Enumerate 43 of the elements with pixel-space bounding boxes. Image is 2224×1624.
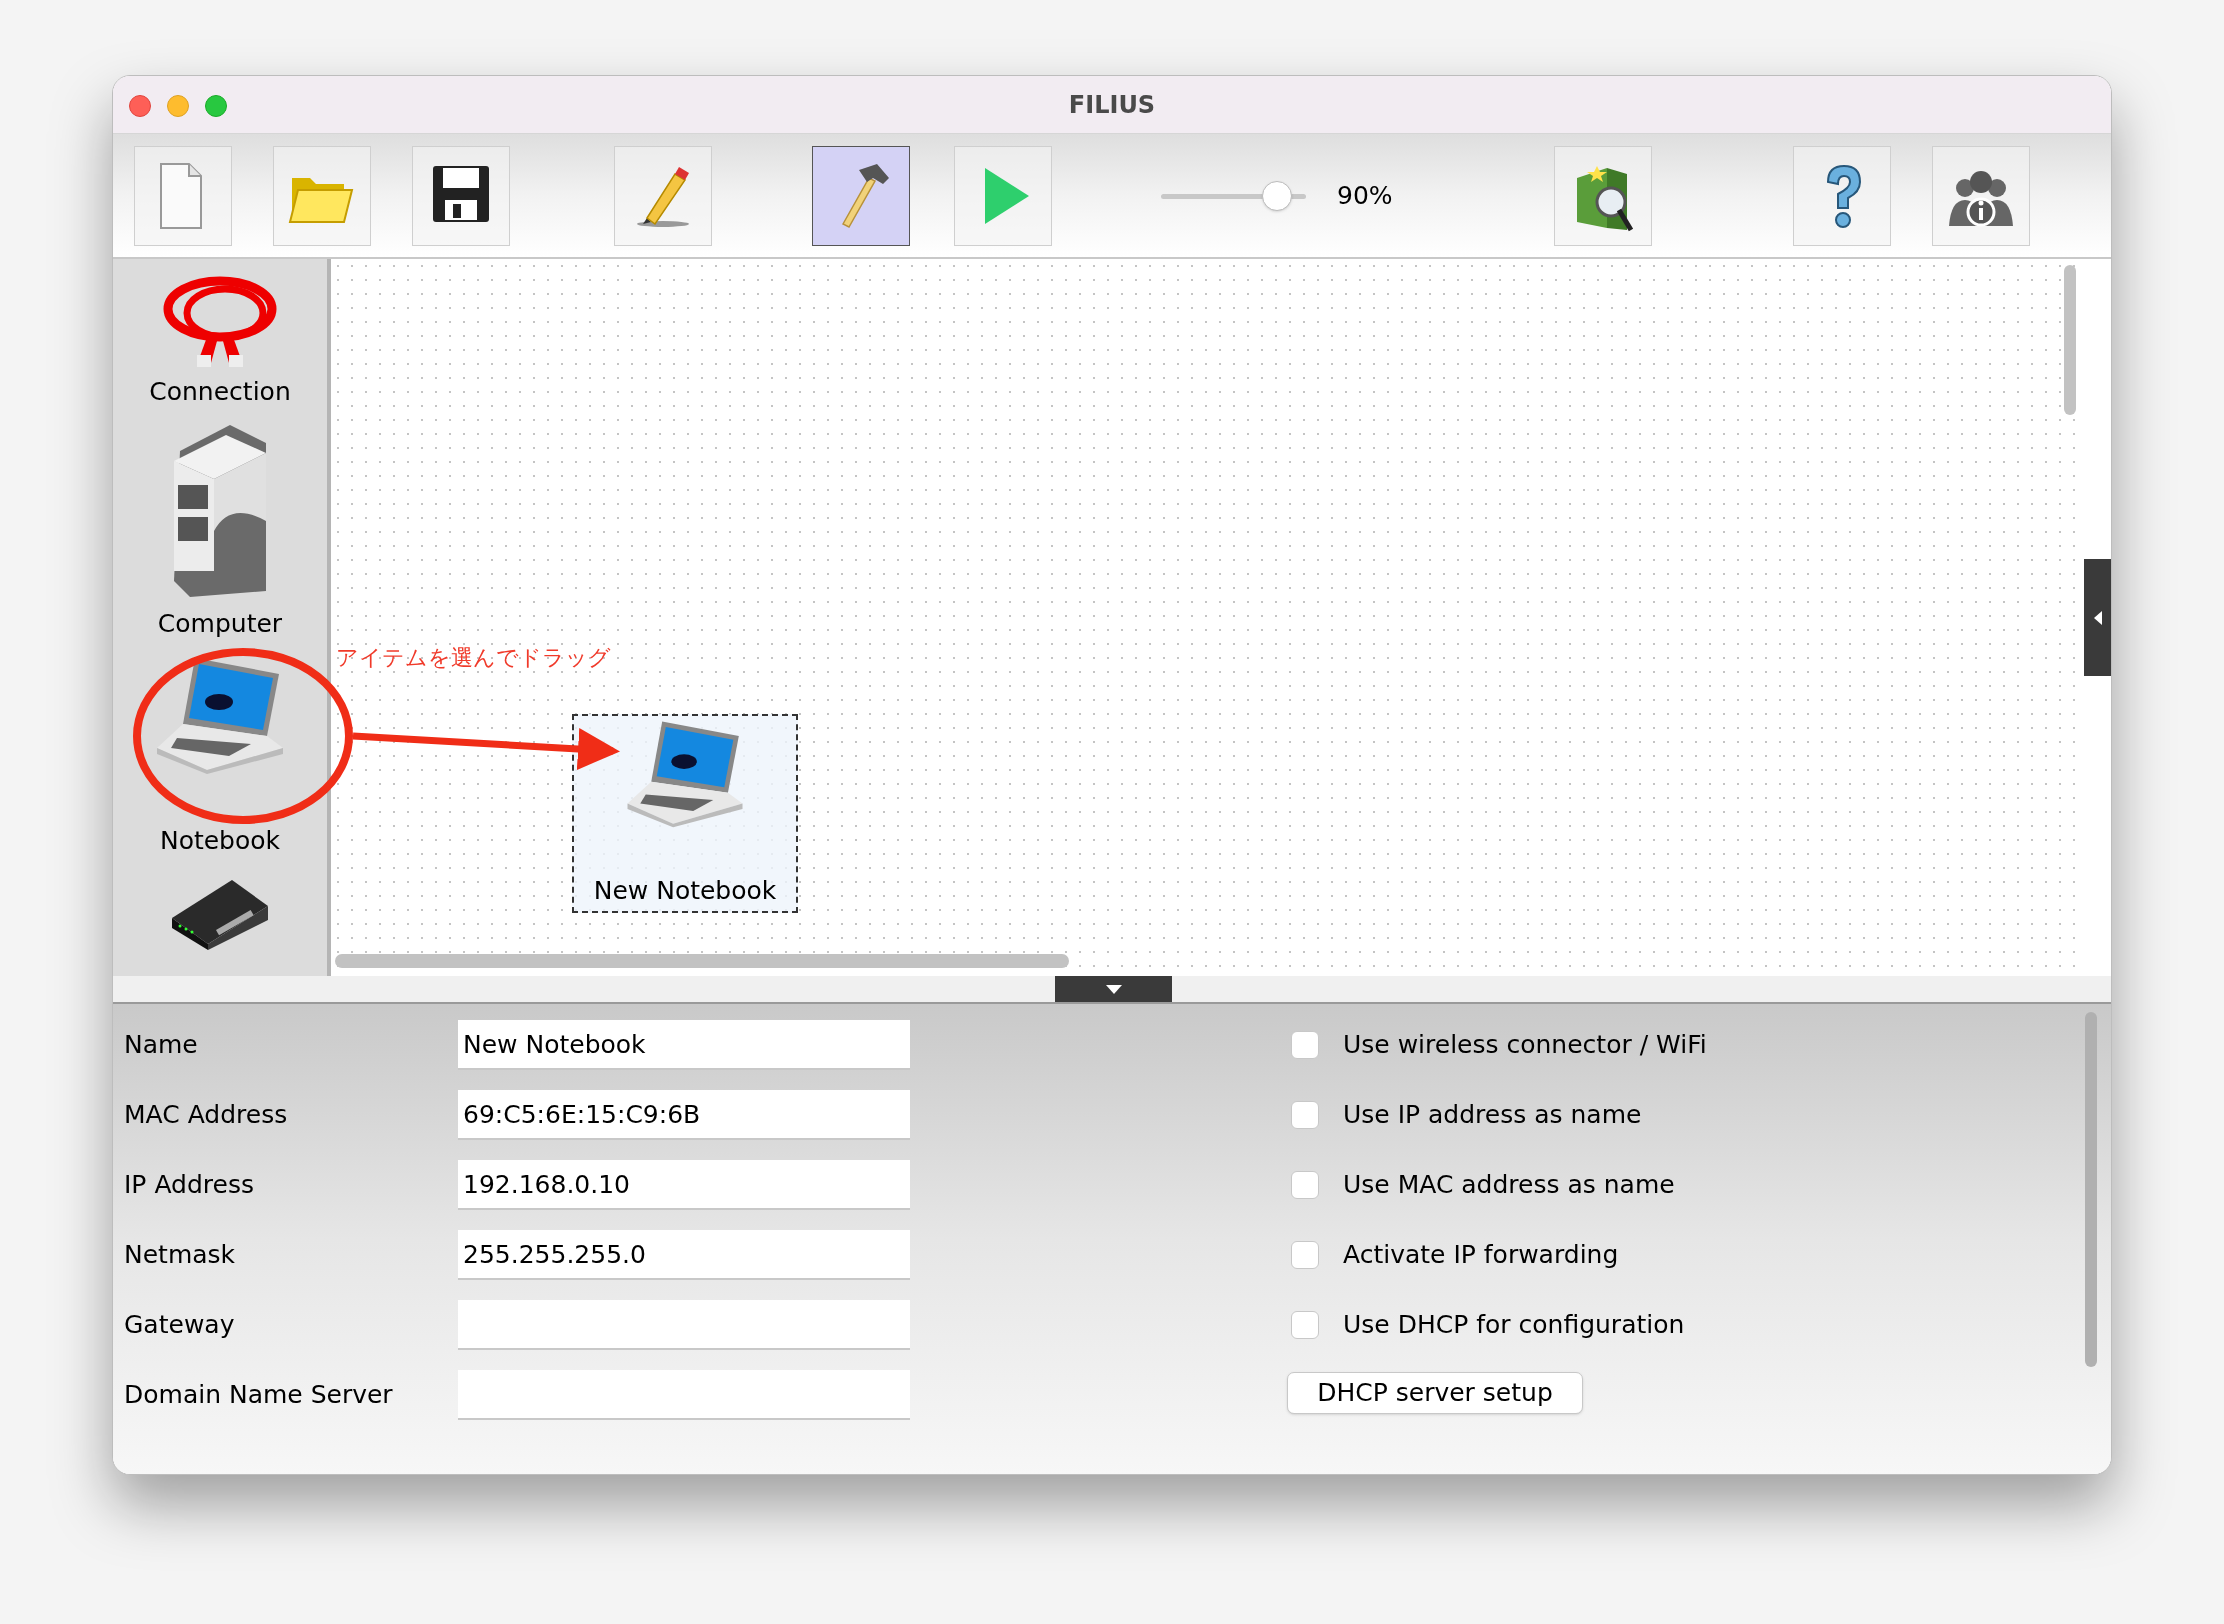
checkbox[interactable]	[1291, 1101, 1319, 1129]
hint-text: アイテムを選んでドラッグ	[336, 644, 611, 672]
option-label: Activate IP forwarding	[1343, 1239, 1619, 1272]
zoom-reading: 90%	[1337, 179, 1394, 212]
panel-toggle[interactable]	[1055, 976, 1172, 1002]
network-node[interactable]: New Notebook	[572, 714, 798, 913]
close-button[interactable]	[129, 95, 151, 117]
collapse-arrow-icon	[2092, 610, 2103, 625]
input-field[interactable]: 255.255.255.0	[458, 1230, 910, 1280]
field-label: Name	[123, 1029, 199, 1062]
input-field[interactable]: 192.168.0.10	[458, 1160, 910, 1210]
vertical-scrollbar[interactable]	[2064, 265, 2076, 415]
input-field[interactable]: 69:C5:6E:15:C9:6B	[458, 1090, 910, 1140]
window-title: FILIUS	[1068, 89, 1156, 121]
palette-label[interactable]: Connection	[149, 373, 291, 411]
field-label: Gateway	[123, 1309, 236, 1342]
checkbox[interactable]	[1291, 1171, 1319, 1199]
slider-thumb[interactable]	[1262, 180, 1293, 211]
toggle-arrow-icon	[1105, 984, 1122, 994]
checkbox[interactable]	[1291, 1031, 1319, 1059]
palette-label[interactable]: Notebook	[159, 822, 281, 860]
dhcp-setup-button[interactable]: DHCP server setup	[1287, 1372, 1583, 1414]
option-label: Use IP address as name	[1343, 1099, 1642, 1132]
field-label: Netmask	[123, 1239, 237, 1272]
input-field[interactable]	[458, 1300, 910, 1350]
zoom-slider[interactable]	[1161, 180, 1306, 211]
minimize-button[interactable]	[167, 95, 189, 117]
checkbox[interactable]	[1291, 1241, 1319, 1269]
option-label: Use DHCP for configuration	[1343, 1309, 1685, 1342]
vertical-scrollbar[interactable]	[2085, 1012, 2097, 1367]
field-label: Domain Name Server	[123, 1379, 394, 1412]
input-field[interactable]: New Notebook	[458, 1020, 910, 1070]
node-label: New Notebook	[593, 874, 777, 907]
option-label: Use wireless connector / WiFi	[1343, 1029, 1707, 1062]
palette-label[interactable]: Computer	[157, 604, 283, 642]
field-label: MAC Address	[123, 1099, 289, 1132]
input-field[interactable]	[458, 1370, 910, 1420]
checkbox[interactable]	[1291, 1311, 1319, 1339]
option-label: Use MAC address as name	[1343, 1169, 1675, 1202]
horizontal-scrollbar[interactable]	[335, 954, 1069, 968]
field-label: IP Address	[123, 1169, 255, 1202]
zoom-button[interactable]	[205, 95, 227, 117]
collapse-tab[interactable]	[2084, 559, 2111, 676]
